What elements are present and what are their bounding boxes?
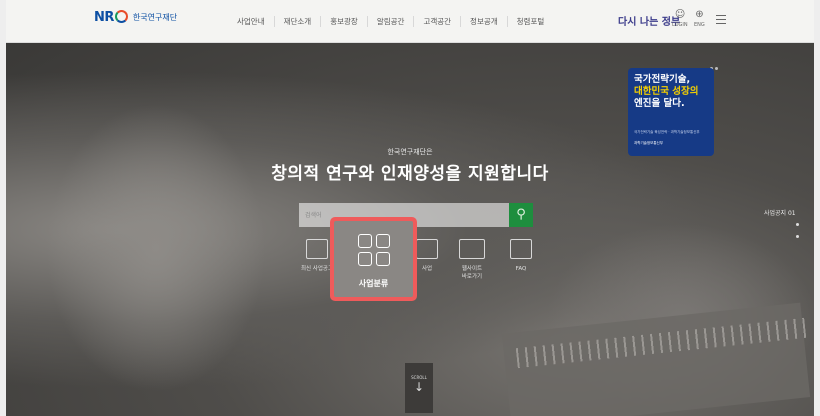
language-button[interactable]: ⊕ ENG: [694, 9, 705, 29]
menu-item-pr[interactable]: 홍보광장: [321, 16, 368, 27]
login-button[interactable]: ☺ LOGIN: [672, 9, 688, 29]
lang-label: ENG: [694, 22, 705, 28]
grid-icon: [357, 234, 390, 266]
promo-banner[interactable]: 국가전략기술, 대한민국 성장의 엔진을 달다. 국가전략기술 육성전략 · 과…: [628, 68, 714, 156]
logo-text: 한국연구재단: [132, 13, 178, 22]
scroll-button[interactable]: SCROLL ↓: [405, 363, 433, 413]
quick-link-faq[interactable]: FAQ: [496, 239, 546, 273]
hero-headline: 창의적 연구와 인재양성을 지원합니다: [271, 164, 549, 184]
quick-link-label: 최신 사업공고: [300, 266, 334, 272]
side-notice-label[interactable]: 사업공지 01: [764, 208, 796, 217]
quick-link-website[interactable]: 웹사이트 바로가기: [447, 239, 497, 281]
main-menu: 사업안내 재단소개 홍보광장 알림공간 고객공간 정보공개 청렴포털: [228, 16, 553, 27]
user-icon: ☺: [674, 9, 686, 20]
globe-icon: ⊕: [695, 9, 704, 20]
arrow-down-icon: ↓: [413, 380, 425, 394]
search-icon[interactable]: ⚲: [509, 203, 533, 227]
business-category-inner: 사업분류: [334, 221, 413, 297]
hero-banner: 국가전략기술, 대한민국 성장의 엔진을 달다. 국가전략기술 육성전략 · 과…: [6, 43, 814, 416]
document-icon: [306, 239, 328, 259]
browser-frame: NR 한국연구재단 사업안내 재단소개 홍보광장 알림공간 고객공간 정보공개 …: [6, 0, 814, 416]
hamburger-menu-icon[interactable]: [716, 15, 726, 27]
search-placeholder: 검색어: [305, 212, 322, 219]
top-navigation: NR 한국연구재단 사업안내 재단소개 홍보광장 알림공간 고객공간 정보공개 …: [6, 0, 814, 43]
monitor-icon: [416, 239, 438, 259]
chat-question-icon: [510, 239, 532, 259]
government-brand[interactable]: 다시 나는 정부: [618, 13, 680, 28]
menu-item-customer[interactable]: 고객공간: [414, 16, 462, 27]
website-icon: [459, 239, 485, 259]
promo-title: 국가전략기술, 대한민국 성장의 엔진을 달다.: [634, 74, 699, 109]
promo-link[interactable]: 과학기술정보통신부: [634, 141, 663, 146]
business-category-label: 사업분류: [358, 279, 389, 288]
login-label: LOGIN: [672, 22, 688, 28]
site-logo[interactable]: NR 한국연구재단: [94, 10, 177, 25]
business-category-button[interactable]: 사업분류: [330, 217, 417, 301]
hero-small-text: 한국연구재단은: [387, 148, 433, 156]
logo-mark: NR: [94, 10, 129, 25]
menu-item-about[interactable]: 재단소개: [275, 16, 322, 27]
quick-link-label: FAQ: [515, 266, 527, 272]
menu-item-business[interactable]: 사업안내: [228, 16, 275, 27]
menu-item-disclosure[interactable]: 정보공개: [461, 16, 508, 27]
side-dot[interactable]: [796, 235, 799, 238]
promo-subtext: 국가전략기술 육성전략 · 과학기술정보통신부: [634, 130, 700, 134]
quick-link-label: 웹사이트 바로가기: [461, 266, 483, 280]
quick-link-label: 사업: [421, 266, 433, 272]
menu-item-integrity[interactable]: 청렴포털: [508, 16, 554, 27]
side-dot[interactable]: [796, 223, 799, 226]
menu-item-notice[interactable]: 알림공간: [368, 16, 415, 27]
